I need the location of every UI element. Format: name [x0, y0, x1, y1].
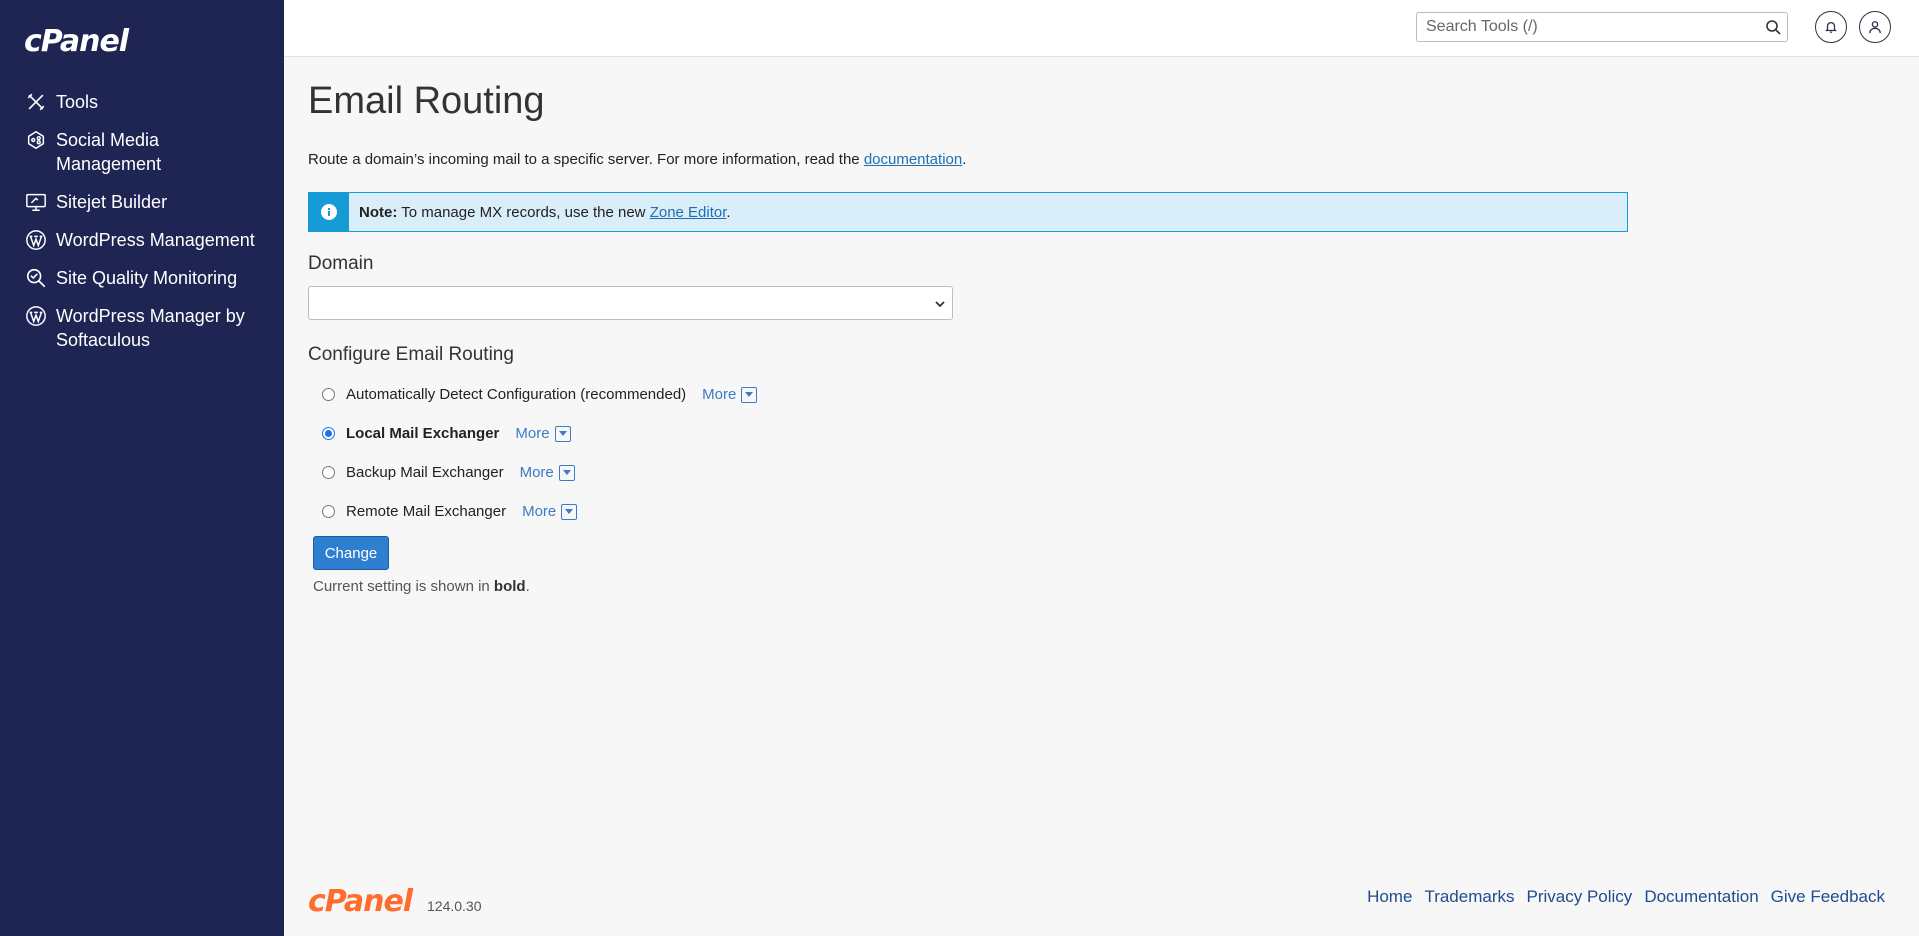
- option-label: Local Mail Exchanger: [346, 425, 500, 442]
- option-label: Remote Mail Exchanger: [346, 503, 507, 520]
- note-end: .: [726, 203, 731, 221]
- top-bar: [284, 0, 1919, 57]
- footer-link-trademarks[interactable]: Trademarks: [1424, 887, 1514, 907]
- more-label: More: [522, 503, 557, 520]
- more-label: More: [515, 425, 550, 442]
- note-text: Note: To manage MX records, use the new …: [349, 204, 731, 221]
- domain-select[interactable]: [308, 286, 953, 320]
- version-text: 124.0.30: [427, 898, 482, 914]
- site-quality-icon: [24, 266, 48, 290]
- hint-bold: bold: [493, 578, 526, 595]
- page-title: Email Routing: [308, 80, 545, 122]
- caret-down-icon: [554, 425, 571, 442]
- radio-auto-detect[interactable]: [322, 388, 335, 401]
- more-toggle[interactable]: More: [515, 425, 571, 442]
- more-toggle[interactable]: More: [702, 386, 758, 403]
- configure-routing-title: Configure Email Routing: [308, 344, 514, 365]
- sidebar-item-site-quality[interactable]: Site Quality Monitoring: [0, 266, 284, 290]
- option-local: Local Mail Exchanger More: [308, 414, 1888, 453]
- sidebar-item-sitejet[interactable]: Sitejet Builder: [0, 190, 284, 214]
- chevron-down-icon: [935, 301, 945, 308]
- footer-link-documentation[interactable]: Documentation: [1644, 887, 1758, 907]
- search-box: [1416, 12, 1788, 42]
- sidebar-item-label: Sitejet Builder: [56, 192, 168, 212]
- more-label: More: [702, 386, 737, 403]
- option-remote: Remote Mail Exchanger More: [308, 492, 1888, 531]
- sidebar-nav: Tools Social Media Management Sitejet Bu…: [0, 90, 284, 366]
- option-label: Automatically Detect Configuration (reco…: [346, 386, 687, 403]
- footer-links: Home Trademarks Privacy Policy Documenta…: [1355, 887, 1885, 907]
- info-box: [309, 193, 349, 231]
- sidebar-item-label: Tools: [56, 92, 99, 112]
- current-setting-hint: Current setting is shown in bold.: [313, 578, 1888, 595]
- sidebar-item-label: Site Quality Monitoring: [56, 268, 238, 288]
- search-input[interactable]: [1417, 13, 1747, 41]
- caret-down-icon: [561, 503, 578, 520]
- info-icon: [321, 204, 337, 220]
- note-body: To manage MX records, use the new: [397, 203, 650, 221]
- wordpress-icon: [24, 228, 48, 252]
- sidebar-item-wordpress-management[interactable]: WordPress Management: [0, 228, 284, 252]
- notifications-button[interactable]: [1815, 11, 1847, 43]
- sidebar-item-label: WordPress Manager by Softaculous: [56, 306, 245, 350]
- main-content: Email Routing Route a domain’s incoming …: [308, 57, 1888, 595]
- more-toggle[interactable]: More: [520, 464, 575, 481]
- more-toggle[interactable]: More: [522, 503, 578, 520]
- sidebar-item-label: WordPress Management: [56, 230, 255, 250]
- sitejet-icon: [24, 190, 48, 214]
- zone-editor-link[interactable]: Zone Editor: [650, 204, 727, 221]
- intro-text-body: Route a domain’s incoming mail to a spec…: [308, 151, 864, 168]
- caret-down-icon: [558, 464, 575, 481]
- sidebar: cPanel Tools Social Media Management Sit…: [0, 0, 284, 936]
- bell-icon: [1825, 21, 1837, 33]
- sidebar-item-tools[interactable]: Tools: [0, 90, 284, 114]
- footer-link-feedback[interactable]: Give Feedback: [1771, 887, 1885, 907]
- option-label: Backup Mail Exchanger: [346, 464, 504, 481]
- option-backup: Backup Mail Exchanger More: [308, 453, 1888, 492]
- caret-down-icon: [741, 386, 758, 403]
- wordpress-icon: [24, 304, 48, 328]
- tools-icon: [24, 90, 48, 114]
- radio-backup[interactable]: [322, 466, 335, 479]
- footer-link-privacy[interactable]: Privacy Policy: [1527, 887, 1633, 907]
- intro-text-end: .: [962, 151, 967, 168]
- domain-label: Domain: [308, 253, 374, 274]
- footer-link-home[interactable]: Home: [1367, 887, 1412, 907]
- user-icon: [1869, 21, 1881, 34]
- radio-local[interactable]: [322, 427, 335, 440]
- change-button[interactable]: Change: [313, 536, 389, 570]
- sidebar-item-label: Social Media Management: [56, 130, 162, 174]
- footer-cpanel-logo[interactable]: cPanel: [308, 884, 413, 919]
- note-label: Note:: [359, 203, 398, 221]
- documentation-link[interactable]: documentation: [864, 151, 962, 168]
- note-banner: Note: To manage MX records, use the new …: [308, 192, 1628, 232]
- intro-text: Route a domain’s incoming mail to a spec…: [308, 150, 1888, 170]
- sidebar-item-wordpress-softaculous[interactable]: WordPress Manager by Softaculous: [0, 304, 284, 352]
- social-media-icon: [24, 128, 48, 152]
- radio-remote[interactable]: [322, 505, 335, 518]
- sidebar-item-social-media[interactable]: Social Media Management: [0, 128, 284, 176]
- routing-options: Automatically Detect Configuration (reco…: [308, 375, 1888, 531]
- cpanel-logo[interactable]: cPanel: [24, 24, 129, 59]
- option-auto-detect: Automatically Detect Configuration (reco…: [308, 375, 1888, 414]
- more-label: More: [519, 464, 554, 481]
- user-menu-button[interactable]: [1859, 11, 1891, 43]
- search-icon[interactable]: [1765, 19, 1781, 35]
- hint-end: .: [525, 578, 530, 595]
- hint-prefix: Current setting is shown in: [313, 578, 494, 595]
